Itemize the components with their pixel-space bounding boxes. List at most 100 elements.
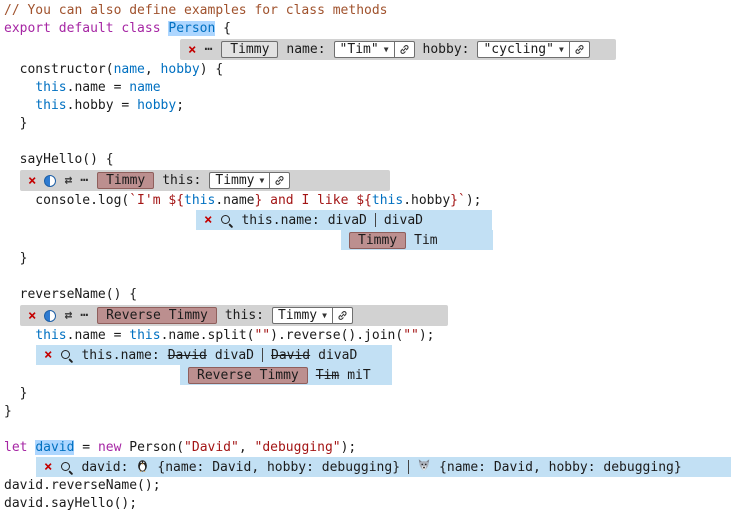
plain-token: {	[215, 21, 231, 36]
plain-token: .hobby	[403, 193, 450, 208]
dropdown-value: Timmy	[278, 308, 317, 323]
close-icon[interactable]: ×	[188, 43, 196, 57]
string-token: ""	[254, 328, 270, 343]
penguin-icon	[136, 458, 149, 476]
link-icon[interactable]	[569, 42, 589, 57]
hobby-dropdown[interactable]: "cycling"▼	[477, 41, 589, 58]
toggle-icon[interactable]	[44, 175, 56, 187]
code-line: david.reverseName();	[4, 477, 749, 495]
more-icon[interactable]: ⋯	[80, 174, 89, 187]
code-line: this.name = this.name.split("").reverse(…	[4, 327, 749, 345]
example-tab-timmy[interactable]: Timmy	[349, 232, 406, 249]
close-icon[interactable]: ×	[28, 309, 36, 323]
example-result-value: Tim	[414, 233, 437, 248]
probe-value: divaD	[384, 213, 423, 228]
code-line: sayHello() {	[4, 151, 749, 169]
code-line: reverseName() {	[4, 286, 749, 304]
probe-old-value: David	[168, 348, 207, 363]
more-icon[interactable]: ⋯	[204, 43, 213, 56]
keyword-token: new	[98, 440, 121, 455]
example-tab-timmy[interactable]: Timmy	[221, 41, 278, 58]
plain-token: .hobby =	[67, 98, 137, 113]
this-dropdown[interactable]: Timmy▼	[209, 172, 290, 189]
probe-value: divaD	[215, 348, 254, 363]
string-token: } and I like ${	[254, 193, 371, 208]
editor: // You can also define examples for clas…	[4, 2, 749, 513]
swap-icon[interactable]: ⇄	[64, 309, 72, 322]
plain-token: ;	[176, 98, 184, 113]
plain-token: console.log(	[4, 193, 129, 208]
code-line: }	[4, 115, 749, 133]
string-token: }`	[450, 193, 466, 208]
close-icon[interactable]: ×	[204, 213, 212, 227]
plain-token: sayHello() {	[4, 152, 114, 167]
plain-token: ) {	[200, 62, 223, 77]
example-tab-reverse-timmy[interactable]: Reverse Timmy	[188, 367, 308, 384]
chevron-down-icon: ▼	[260, 176, 265, 185]
string-token: `I'm ${	[129, 193, 184, 208]
close-icon[interactable]: ×	[44, 460, 52, 474]
variable-token: name	[129, 80, 160, 95]
keyword-token: export default class	[4, 21, 168, 36]
name-label: name:	[286, 42, 325, 57]
keyword-token: let	[4, 440, 35, 455]
example-tab-timmy[interactable]: Timmy	[97, 172, 154, 189]
more-icon[interactable]: ⋯	[80, 309, 89, 322]
indent	[4, 98, 35, 113]
plain-token: .name	[215, 193, 254, 208]
close-icon[interactable]: ×	[44, 348, 52, 362]
probe-old-value: David	[271, 348, 310, 363]
probe-result-row: × this.name: divaD divaD	[196, 210, 492, 230]
dropdown-value: "cycling"	[483, 42, 553, 57]
code-line: }	[4, 385, 749, 403]
this-label: this:	[225, 308, 264, 323]
link-icon[interactable]	[269, 173, 289, 188]
this-token: this	[35, 80, 66, 95]
code-line: console.log(`I'm ${this.name} and I like…	[4, 192, 749, 210]
swap-icon[interactable]: ⇄	[64, 174, 72, 187]
close-icon[interactable]: ×	[28, 174, 36, 188]
search-icon	[220, 214, 233, 227]
example-old-value: Tim	[316, 368, 339, 383]
code-line: }	[4, 403, 749, 421]
plain-token: );	[419, 328, 435, 343]
comment-token: // You can also define examples for clas…	[4, 3, 388, 18]
probe-result-row: × this.name: David divaD David divaD	[36, 345, 392, 365]
link-icon[interactable]	[394, 42, 414, 57]
wolf-icon	[417, 458, 431, 476]
plain-token: constructor(	[4, 62, 114, 77]
this-dropdown[interactable]: Timmy ▼	[272, 307, 353, 324]
variable-token: hobby	[137, 98, 176, 113]
plain-token: .name =	[67, 80, 130, 95]
string-token: "debugging"	[255, 440, 341, 455]
probe-label: this.name:	[81, 348, 159, 363]
example-result-value: miT	[347, 368, 370, 383]
name-dropdown[interactable]: "Tim"▼	[334, 41, 415, 58]
plain-token: }	[4, 386, 27, 401]
this-token: this	[184, 193, 215, 208]
value-separator	[408, 460, 409, 474]
reversename-example-widget: × ⇄ ⋯ Reverse Timmy this: Timmy ▼	[20, 305, 448, 326]
plain-token: .name =	[67, 328, 130, 343]
example-tab-reverse-timmy[interactable]: Reverse Timmy	[97, 307, 217, 324]
dropdown-main[interactable]: "cycling"▼	[478, 42, 568, 57]
link-icon[interactable]	[332, 308, 352, 323]
class-name-token: Person	[168, 21, 215, 36]
dropdown-main[interactable]: Timmy▼	[210, 173, 269, 188]
person-examples-widget: × ⋯ Timmy name: "Tim"▼ hobby: "cycling"▼	[180, 39, 616, 60]
dropdown-main[interactable]: Timmy ▼	[273, 308, 332, 323]
this-token: this	[129, 328, 160, 343]
toggle-icon[interactable]	[44, 310, 56, 322]
plain-token: }	[4, 116, 27, 131]
probe-label: this.name:	[241, 213, 319, 228]
plain-token: ).reverse().join(	[270, 328, 403, 343]
chevron-down-icon: ▼	[322, 311, 327, 320]
code-line: david.sayHello();	[4, 495, 749, 513]
this-token: this	[372, 193, 403, 208]
search-icon	[60, 461, 73, 474]
dropdown-main[interactable]: "Tim"▼	[335, 42, 394, 57]
this-label: this:	[162, 173, 201, 188]
example-result-row: Reverse Timmy Tim miT	[180, 365, 392, 385]
code-line: export default class Person {	[4, 20, 749, 38]
this-token: this	[35, 328, 66, 343]
